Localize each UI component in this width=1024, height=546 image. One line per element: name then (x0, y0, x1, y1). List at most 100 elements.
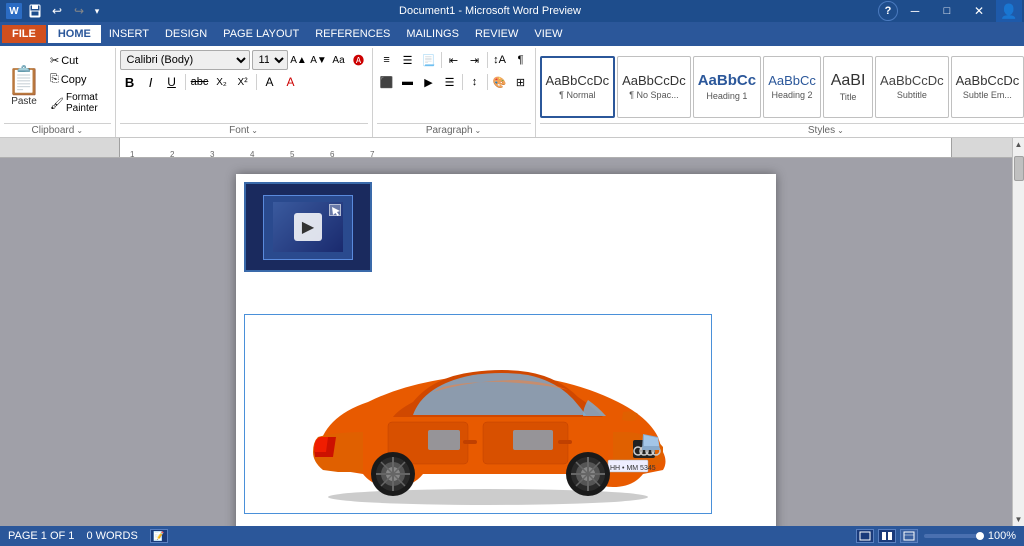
tab-references[interactable]: REFERENCES (307, 25, 398, 43)
font-color-btn[interactable]: A (281, 72, 301, 92)
justify-btn[interactable]: ☰ (440, 72, 460, 92)
scroll-up-button[interactable]: ▲ (1013, 138, 1024, 151)
underline-button[interactable]: U (162, 72, 182, 92)
style-heading1[interactable]: AaBbCc Heading 1 (693, 56, 761, 118)
style-title-label: Title (840, 92, 857, 102)
word-count: 0 WORDS (86, 530, 137, 542)
redo-btn[interactable]: ↪ (70, 3, 88, 19)
align-left-btn[interactable]: ⬛ (377, 72, 397, 92)
scroll-thumb[interactable] (1014, 156, 1024, 181)
proofing-icon[interactable]: 📝 (150, 529, 168, 543)
italic-button[interactable]: I (141, 72, 161, 92)
tab-insert[interactable]: INSERT (101, 25, 157, 43)
style-normal[interactable]: AaBbCcDc ¶ Normal (540, 56, 616, 118)
minimize-button[interactable]: ─ (900, 0, 930, 22)
font-size-decrease[interactable]: A▼ (310, 51, 328, 69)
paste-button[interactable]: 📋 Paste (4, 50, 44, 123)
superscript-button[interactable]: X² (233, 72, 253, 92)
bold-button[interactable]: B (120, 72, 140, 92)
copy-icon: ⎘ (50, 73, 59, 86)
cut-label: Cut (61, 55, 78, 67)
font-size-increase[interactable]: A▲ (290, 51, 308, 69)
user-icon[interactable]: 👤 (996, 0, 1022, 22)
font-family-select[interactable]: Calibri (Body) (120, 50, 250, 70)
para-divider-4 (487, 74, 488, 90)
help-button[interactable]: ? (878, 1, 898, 21)
show-hide-btn[interactable]: ¶ (511, 50, 531, 70)
style-nospace[interactable]: AaBbCcDc ¶ No Spac... (617, 56, 691, 118)
subscript-button[interactable]: X₂ (212, 72, 232, 92)
bullets-btn[interactable]: ≡ (377, 50, 397, 70)
style-subtitle[interactable]: AaBbCcDc Subtitle (875, 56, 949, 118)
zoom-percent: 100% (988, 530, 1016, 542)
car-image: HH • MM 5345 (258, 322, 698, 507)
save-quick-btn[interactable] (26, 3, 44, 19)
window-controls: ? ─ □ ✕ 👤 (878, 0, 1024, 22)
borders-btn[interactable]: ⊞ (511, 72, 531, 92)
tab-design[interactable]: DESIGN (157, 25, 215, 43)
multilevel-btn[interactable]: 📃 (419, 50, 439, 70)
increase-indent-btn[interactable]: ⇥ (465, 50, 485, 70)
copy-button[interactable]: ⎘ Copy (46, 71, 111, 88)
change-case-btn[interactable]: Aa (330, 51, 348, 69)
style-heading1-label: Heading 1 (706, 91, 747, 101)
style-heading2[interactable]: AaBbCc Heading 2 (763, 56, 821, 118)
close-button[interactable]: ✕ (964, 0, 994, 22)
shading-btn[interactable]: 🎨 (490, 72, 510, 92)
print-view-btn[interactable] (856, 529, 874, 543)
view-buttons (856, 529, 918, 543)
app-icon: W (6, 3, 22, 19)
paragraph-group: ≡ ☰ 📃 ⇤ ⇥ ↕A ¶ ⬛ ▬ ▶ ☰ ↕ 🎨 ⊞ Paragraph ⌄ (373, 48, 536, 137)
status-bar: PAGE 1 OF 1 0 WORDS 📝 100% (0, 526, 1024, 546)
paragraph-expand[interactable]: ⌄ (475, 126, 482, 135)
font-size-select[interactable]: 11 (252, 50, 288, 70)
tab-home[interactable]: HOME (48, 25, 101, 43)
align-center-btn[interactable]: ▬ (398, 72, 418, 92)
sort-btn[interactable]: ↕A (490, 50, 510, 70)
restore-button[interactable]: □ (932, 0, 962, 22)
reading-view-btn[interactable] (878, 529, 896, 543)
strikethrough-button[interactable]: abc (189, 72, 211, 92)
format-painter-button[interactable]: 🖌 Format Painter (46, 90, 111, 116)
tab-file[interactable]: FILE (2, 25, 46, 43)
decrease-indent-btn[interactable]: ⇤ (444, 50, 464, 70)
para-divider-3 (462, 74, 463, 90)
scroll-down-button[interactable]: ▼ (1013, 513, 1024, 526)
line-spacing-btn[interactable]: ↕ (465, 72, 485, 92)
ruler-margin-right (952, 138, 1012, 157)
undo-btn[interactable]: ↩ (48, 3, 66, 19)
cut-button[interactable]: ✂ Cut (46, 52, 111, 69)
zoom-slider[interactable] (924, 534, 984, 538)
font-group: Calibri (Body) 11 A▲ A▼ Aa 🅐 B I U abc X… (116, 48, 373, 137)
style-subtle-emphasis[interactable]: AaBbCcDc Subtle Em... (951, 56, 1024, 118)
numbering-btn[interactable]: ☰ (398, 50, 418, 70)
svg-text:HH • MM 5345: HH • MM 5345 (610, 465, 656, 472)
zoom-thumb[interactable] (976, 532, 984, 540)
tab-page-layout[interactable]: PAGE LAYOUT (215, 25, 307, 43)
status-right: 100% (856, 529, 1016, 543)
window-title: Document1 - Microsoft Word Preview (102, 5, 878, 17)
copy-label: Copy (61, 74, 87, 86)
text-highlight-btn[interactable]: A (260, 72, 280, 92)
format-painter-label: Format Painter (66, 92, 107, 114)
ruler-inner: 1 2 3 4 5 6 7 (120, 138, 952, 157)
tab-mailings[interactable]: MAILINGS (398, 25, 467, 43)
ruler-margin-left (0, 138, 120, 157)
scroll-track[interactable] (1013, 151, 1024, 513)
format-painter-icon: 🖌 (50, 97, 64, 110)
vertical-scrollbar[interactable]: ▲ ▼ (1012, 138, 1024, 526)
tab-view[interactable]: VIEW (526, 25, 570, 43)
align-right-btn[interactable]: ▶ (419, 72, 439, 92)
paste-icon: 📋 (7, 67, 42, 95)
qa-dropdown[interactable]: ▾ (92, 3, 102, 19)
web-view-btn[interactable] (900, 529, 918, 543)
styles-group-label: Styles (808, 125, 835, 136)
style-heading2-label: Heading 2 (772, 90, 813, 100)
tab-review[interactable]: REVIEW (467, 25, 526, 43)
style-title-preview: AaBI (831, 72, 866, 90)
styles-expand[interactable]: ⌄ (837, 126, 844, 135)
style-title[interactable]: AaBI Title (823, 56, 873, 118)
clear-formatting-btn[interactable]: 🅐 (350, 51, 368, 69)
clipboard-expand[interactable]: ⌄ (76, 126, 83, 135)
font-expand[interactable]: ⌄ (251, 126, 258, 135)
